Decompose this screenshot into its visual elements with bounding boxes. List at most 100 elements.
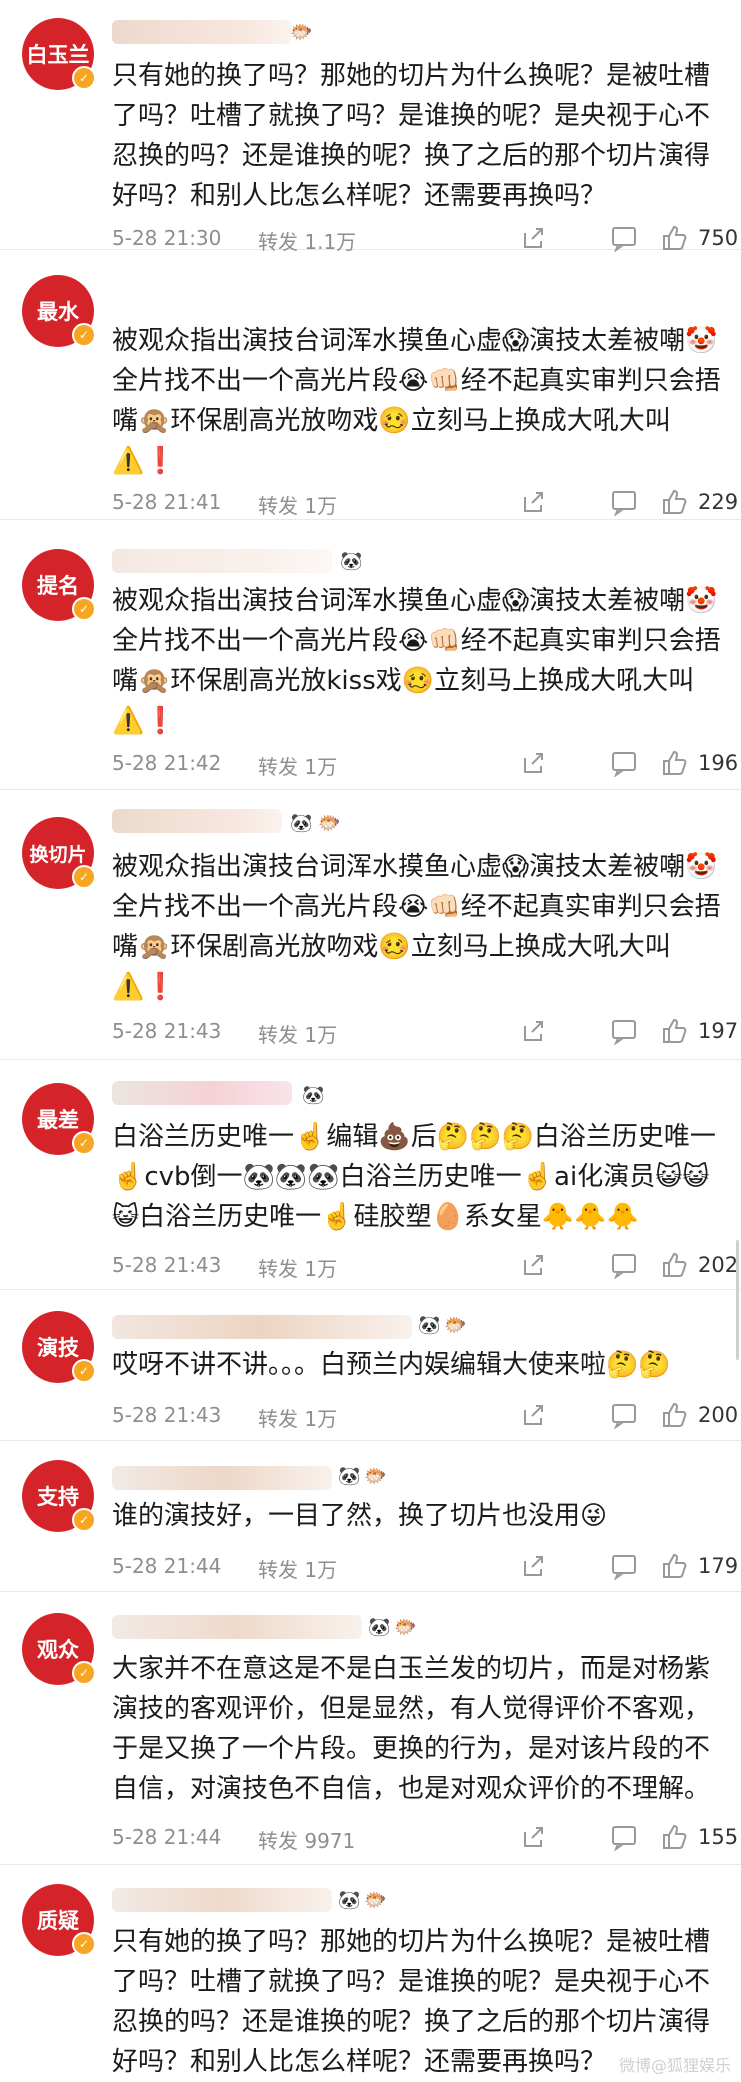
scrollbar[interactable] xyxy=(736,1240,739,1360)
thumbs-up-icon[interactable] xyxy=(660,1552,688,1580)
emoji-icon: 🐡 xyxy=(318,813,341,834)
repost-count: 转发 9971 xyxy=(258,1829,356,1853)
share-icon[interactable] xyxy=(520,488,548,516)
username-blurred[interactable] xyxy=(112,1081,292,1105)
timestamp: 5-28 21:41 xyxy=(112,490,222,514)
share-icon[interactable] xyxy=(520,1823,548,1851)
comment-post: 质疑 ✓ 🐼 🐡 只有她的换了吗？那她的切片为什么换呢？是被吐槽了吗？吐槽了就换… xyxy=(0,1866,741,2082)
avatar[interactable]: 最差 ✓ xyxy=(22,1083,96,1155)
thumbs-up-icon[interactable] xyxy=(660,1401,688,1429)
avatar-label: 质疑 xyxy=(37,1909,79,1933)
avatar-label: 提名 xyxy=(37,574,79,598)
emoji-icon: 🐡 xyxy=(364,1890,387,1911)
username-blurred[interactable] xyxy=(112,20,292,44)
username-blurred[interactable] xyxy=(112,1888,332,1912)
emoji-icon: 🐼 xyxy=(290,813,313,834)
comment-text: 被观众指出演技台词浑水摸鱼心虚😱演技太差被嘲🤡全片找不出一个高光片段😭👊🏻经不起… xyxy=(112,586,721,736)
comment-post: 最水 ✓ 被观众指出演技台词浑水摸鱼心虚😱演技太差被嘲🤡全片找不出一个高光片段😭… xyxy=(0,251,741,520)
timestamp: 5-28 21:30 xyxy=(112,226,222,250)
username-blurred[interactable] xyxy=(112,1615,362,1639)
avatar[interactable]: 最水 ✓ xyxy=(22,275,96,347)
comment-text: 被观众指出演技台词浑水摸鱼心虚😱演技太差被嘲🤡全片找不出一个高光片段😭👊🏻经不起… xyxy=(112,326,721,476)
verified-badge-icon: ✓ xyxy=(72,1131,96,1155)
emoji-icon: 🐡 xyxy=(290,22,313,43)
share-icon[interactable] xyxy=(520,1401,548,1429)
thumbs-up-icon[interactable] xyxy=(660,1251,688,1279)
comment-icon[interactable] xyxy=(610,224,638,252)
comment-text: 白浴兰历史唯一☝️编辑💩后🤔🤔🤔白浴兰历史唯一☝️cvb倒一🐼🐼🐼白浴兰历史唯一… xyxy=(112,1122,716,1232)
emoji-icon: 🐼 xyxy=(302,1085,325,1106)
avatar[interactable]: 提名 ✓ xyxy=(22,549,96,621)
comment-icon[interactable] xyxy=(610,1552,638,1580)
avatar[interactable]: 换切片 ✓ xyxy=(22,817,96,889)
emoji-icon: 🐼 xyxy=(338,1466,361,1487)
verified-badge-icon: ✓ xyxy=(72,323,96,347)
like-count: 229 xyxy=(698,490,739,514)
thumbs-up-icon[interactable] xyxy=(660,1017,688,1045)
repost-count: 转发 1万 xyxy=(258,1558,338,1582)
comment-post: 提名 ✓ 🐼 被观众指出演技台词浑水摸鱼心虚😱演技太差被嘲🤡全片找不出一个高光片… xyxy=(0,521,741,790)
emoji-icon: 🐼 xyxy=(418,1315,441,1336)
watermark: 微博@狐狸娱乐 xyxy=(618,2056,731,2075)
comment-meta: 5-28 21:44 转发 1万 179 xyxy=(112,1552,741,1584)
comment-post: 换切片 ✓ 🐼 🐡 被观众指出演技台词浑水摸鱼心虚😱演技太差被嘲🤡全片找不出一个… xyxy=(0,791,741,1060)
timestamp: 5-28 21:43 xyxy=(112,1403,222,1427)
thumbs-up-icon[interactable] xyxy=(660,1823,688,1851)
emoji-icon: 🐼 xyxy=(368,1617,391,1638)
verified-badge-icon: ✓ xyxy=(72,1359,96,1383)
thumbs-up-icon[interactable] xyxy=(660,488,688,516)
username-blurred[interactable] xyxy=(112,809,282,833)
avatar-label: 白玉兰 xyxy=(26,43,90,67)
like-count: 179 xyxy=(698,1554,739,1578)
thumbs-up-icon[interactable] xyxy=(660,749,688,777)
comment-text: 只有她的换了吗？那她的切片为什么换呢？是被吐槽了吗？吐槽了就换了吗？是谁换的呢？… xyxy=(112,61,711,211)
verified-badge-icon: ✓ xyxy=(72,865,96,889)
avatar[interactable]: 演技 ✓ xyxy=(22,1311,96,1383)
avatar[interactable]: 白玉兰 ✓ xyxy=(22,18,96,90)
verified-badge-icon: ✓ xyxy=(72,66,96,90)
avatar[interactable]: 支持 ✓ xyxy=(22,1460,96,1532)
timestamp: 5-28 21:44 xyxy=(112,1554,222,1578)
username-blurred[interactable] xyxy=(112,549,332,573)
comment-text: 被观众指出演技台词浑水摸鱼心虚😱演技太差被嘲🤡全片找不出一个高光片段😭👊🏻经不起… xyxy=(112,852,721,1002)
username-blurred[interactable] xyxy=(112,1466,332,1490)
like-count: 200 xyxy=(698,1403,739,1427)
like-count: 155 xyxy=(698,1825,739,1849)
comment-icon[interactable] xyxy=(610,1251,638,1279)
comment-post: 最差 ✓ 🐼 白浴兰历史唯一☝️编辑💩后🤔🤔🤔白浴兰历史唯一☝️cvb倒一🐼🐼🐼… xyxy=(0,1061,741,1290)
repost-count: 转发 1万 xyxy=(258,755,338,779)
comment-post: 白玉兰 ✓ 🐡 只有她的换了吗？那她的切片为什么换呢？是被吐槽了吗？吐槽了就换了… xyxy=(0,0,741,254)
emoji-icon: 🐼 xyxy=(340,551,363,572)
comment-icon[interactable] xyxy=(610,1017,638,1045)
verified-badge-icon: ✓ xyxy=(72,1661,96,1685)
share-icon[interactable] xyxy=(520,224,548,252)
verified-badge-icon: ✓ xyxy=(72,597,96,621)
timestamp: 5-28 21:42 xyxy=(112,751,222,775)
verified-badge-icon: ✓ xyxy=(72,1508,96,1532)
share-icon[interactable] xyxy=(520,1251,548,1279)
share-icon[interactable] xyxy=(520,749,548,777)
repost-count: 转发 1万 xyxy=(258,1407,338,1431)
like-count: 197 xyxy=(698,1019,739,1043)
thumbs-up-icon[interactable] xyxy=(660,224,688,252)
username-blurred[interactable] xyxy=(112,1315,412,1339)
comment-icon[interactable] xyxy=(610,488,638,516)
like-count: 750 xyxy=(698,226,739,250)
avatar-label: 最水 xyxy=(37,300,79,324)
comment-post: 支持 ✓ 🐼 🐡 谁的演技好，一目了然，换了切片也没用😜 5-28 21:44 … xyxy=(0,1442,741,1592)
repost-count: 转发 1万 xyxy=(258,1023,338,1047)
comment-meta: 5-28 21:43 转发 1万 200 xyxy=(112,1401,741,1433)
avatar[interactable]: 质疑 ✓ xyxy=(22,1884,96,1956)
comment-meta: 5-28 21:43 转发 1万 197 xyxy=(112,1017,741,1049)
avatar[interactable]: 观众 ✓ xyxy=(22,1613,96,1685)
comment-meta: 5-28 21:41 转发 1万 229 xyxy=(112,488,741,520)
comment-icon[interactable] xyxy=(610,1401,638,1429)
comment-icon[interactable] xyxy=(610,749,638,777)
avatar-label: 观众 xyxy=(37,1638,79,1662)
verified-badge-icon: ✓ xyxy=(72,1932,96,1956)
share-icon[interactable] xyxy=(520,1552,548,1580)
avatar-label: 换切片 xyxy=(29,843,87,866)
comment-post: 观众 ✓ 🐼 🐡 大家并不在意这是不是白玉兰发的切片，而是对杨紫演技的客观评价，… xyxy=(0,1593,741,1865)
share-icon[interactable] xyxy=(520,1017,548,1045)
comment-icon[interactable] xyxy=(610,1823,638,1851)
